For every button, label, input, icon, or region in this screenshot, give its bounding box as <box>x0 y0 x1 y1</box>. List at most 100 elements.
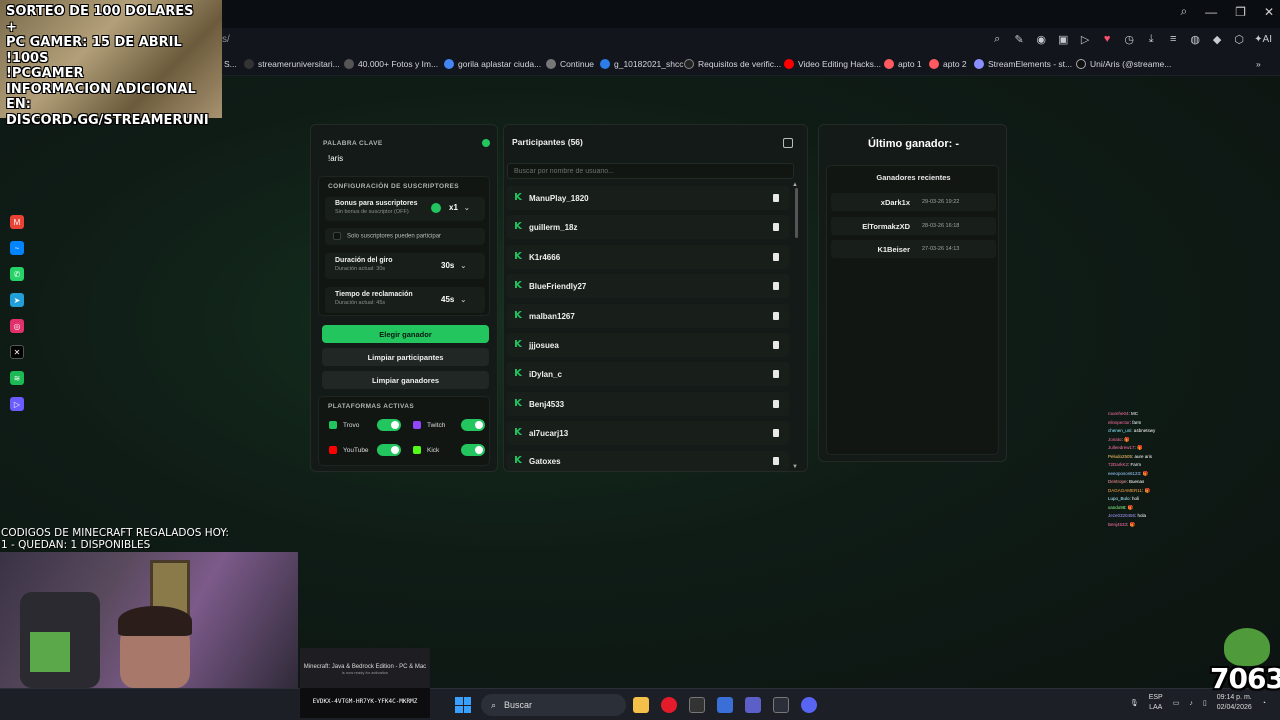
box-icon[interactable]: ⬡ <box>1232 32 1246 46</box>
list-item[interactable]: Kal7ucarj13 <box>507 421 789 445</box>
opera-icon[interactable] <box>661 697 677 713</box>
telegram-icon[interactable]: ➤ <box>10 293 24 307</box>
bookmark[interactable]: Continue <box>546 59 594 69</box>
whatsapp-icon[interactable]: ✆ <box>10 267 24 281</box>
profile-icon[interactable]: ◍ <box>1188 32 1202 46</box>
volume-icon[interactable]: ♪ <box>1189 700 1193 707</box>
trovo-toggle[interactable] <box>377 419 401 431</box>
bookmarks-overflow[interactable]: » <box>1256 59 1261 69</box>
platforms-label: PLATAFORMAS ACTIVAS <box>328 403 415 410</box>
twitch-toggle[interactable] <box>461 419 485 431</box>
network-icon[interactable]: ▭ <box>1173 699 1180 707</box>
file-explorer-icon[interactable] <box>633 697 649 713</box>
x-icon[interactable]: ✕ <box>10 345 24 359</box>
menu-icon[interactable]: ≡ <box>1166 32 1180 46</box>
ai-button[interactable]: ✦ AI <box>1254 32 1272 46</box>
minimize-button[interactable]: — <box>1205 5 1217 19</box>
youtube-toggle[interactable] <box>377 444 401 456</box>
clear-participants-button[interactable]: Limpiar participantes <box>322 348 489 366</box>
play-icon[interactable]: ▷ <box>1078 32 1092 46</box>
search-icon[interactable]: ⌕ <box>1180 4 1187 19</box>
instagram-icon[interactable]: ◎ <box>10 319 24 333</box>
battery-icon[interactable]: ▯ <box>1203 699 1207 707</box>
bookmark[interactable]: 40.000+ Fotos y Im... <box>344 59 438 69</box>
list-item[interactable]: K Gatoxes <box>507 451 789 471</box>
keyword-input[interactable]: !aris <box>326 150 501 168</box>
extension-icon[interactable]: ◆ <box>1210 32 1224 46</box>
list-item[interactable]: KiDylan_c <box>507 362 789 386</box>
store-icon[interactable] <box>773 697 789 713</box>
language-indicator[interactable]: ESP LAA <box>1149 693 1163 713</box>
edit-icon[interactable]: ✎ <box>1012 32 1026 46</box>
trash-icon[interactable] <box>773 429 779 437</box>
address-bar[interactable]: s/ <box>222 34 230 45</box>
clear-winners-button[interactable]: Limpiar ganadores <box>322 371 489 389</box>
scroll-up-arrow[interactable]: ▲ <box>792 182 798 188</box>
list-item[interactable]: K BlueFriendly27 <box>507 274 789 298</box>
zoom-icon[interactable]: ⌕ <box>990 32 1004 46</box>
obs-icon[interactable] <box>689 697 705 713</box>
only-subs-checkbox[interactable] <box>333 232 341 240</box>
heart-icon[interactable]: ♥ <box>1100 32 1114 46</box>
bookmark[interactable]: streameruniversitari... <box>244 59 340 69</box>
overlay-line: DISCORD.GG/STREAMERUNI <box>6 112 209 128</box>
youtube-icon <box>784 59 794 69</box>
windows-start-icon[interactable] <box>455 697 471 713</box>
notifications-icon[interactable]: ◔ <box>1262 700 1266 707</box>
only-subs-row[interactable]: Solo suscriptores pueden participar <box>325 228 485 245</box>
list-item[interactable]: Kjjjosuea <box>507 333 789 357</box>
spin-select[interactable]: 30s ⌄ <box>441 261 466 270</box>
camera-icon[interactable]: ◉ <box>1034 32 1048 46</box>
clock[interactable]: 09:14 p. m. 02/04/2026 <box>1217 693 1252 713</box>
claim-select[interactable]: 45s ⌄ <box>441 295 466 304</box>
download-icon[interactable]: ⤓ <box>1144 32 1158 46</box>
bonus-select[interactable]: x1 ⌄ <box>449 203 470 212</box>
list-item[interactable]: K Benj4533 <box>507 392 789 416</box>
trash-icon[interactable] <box>773 223 779 231</box>
history-icon[interactable]: ◷ <box>1122 32 1136 46</box>
teams-icon[interactable] <box>745 697 761 713</box>
scrollbar-thumb[interactable] <box>795 188 798 238</box>
bookmark[interactable]: g_10182021_shcc <box>600 59 683 69</box>
scroll-down-arrow[interactable]: ▼ <box>792 464 798 470</box>
trash-icon[interactable] <box>773 341 779 349</box>
bookmark[interactable]: StreamElements - st... <box>974 59 1072 69</box>
bookmark[interactable]: Requisitos de verific... <box>684 59 781 69</box>
list-item[interactable]: Kmalban1267 <box>507 304 789 328</box>
bookmark[interactable]: gorila aplastar ciuda... <box>444 59 541 69</box>
restore-button[interactable]: ❐ <box>1235 5 1246 19</box>
bookmark[interactable]: S... <box>224 59 237 69</box>
trash-icon[interactable] <box>773 457 779 465</box>
copy-icon[interactable] <box>783 138 793 148</box>
list-item[interactable]: Kguillerm_18z <box>507 215 789 239</box>
list-item[interactable]: K ManuPlay_1820 <box>507 186 789 210</box>
mic-icon[interactable]: 🎙 <box>1130 699 1139 707</box>
app-icon[interactable] <box>717 697 733 713</box>
trash-icon[interactable] <box>773 312 779 320</box>
kick-toggle[interactable] <box>461 444 485 456</box>
recent-winners-title: Ganadores recientes <box>876 173 951 182</box>
bookmark-icon <box>244 59 254 69</box>
player-icon[interactable]: ▷ <box>10 397 24 411</box>
taskbar-search[interactable]: ⌕ Buscar <box>481 694 626 716</box>
trash-icon[interactable] <box>773 194 779 202</box>
participant-search-input[interactable] <box>507 163 794 179</box>
trash-icon[interactable] <box>773 253 779 261</box>
messenger-icon[interactable]: ~ <box>10 241 24 255</box>
trash-icon[interactable] <box>773 400 779 408</box>
chat-overlay: rourehe04: MC elinspector: farm chenen_u… <box>1108 410 1208 529</box>
pick-winner-button[interactable]: Elegir ganador <box>322 325 489 343</box>
keyword-label: PALABRA CLAVE <box>323 140 383 147</box>
bookmark[interactable]: apto 2 <box>929 59 967 69</box>
bookmark[interactable]: Uni/Aris (@streame... <box>1076 59 1171 69</box>
bookmark[interactable]: apto 1 <box>884 59 922 69</box>
trash-icon[interactable] <box>773 282 779 290</box>
cube-icon[interactable]: ▣ <box>1056 32 1070 46</box>
discord-icon[interactable] <box>801 697 817 713</box>
trash-icon[interactable] <box>773 370 779 378</box>
close-button[interactable]: ✕ <box>1264 5 1274 19</box>
bookmark[interactable]: Video Editing Hacks... <box>784 59 881 69</box>
list-item[interactable]: K K1r4666 <box>507 245 789 269</box>
spotify-icon[interactable]: ≋ <box>10 371 24 385</box>
gmail-icon[interactable]: M <box>10 215 24 229</box>
